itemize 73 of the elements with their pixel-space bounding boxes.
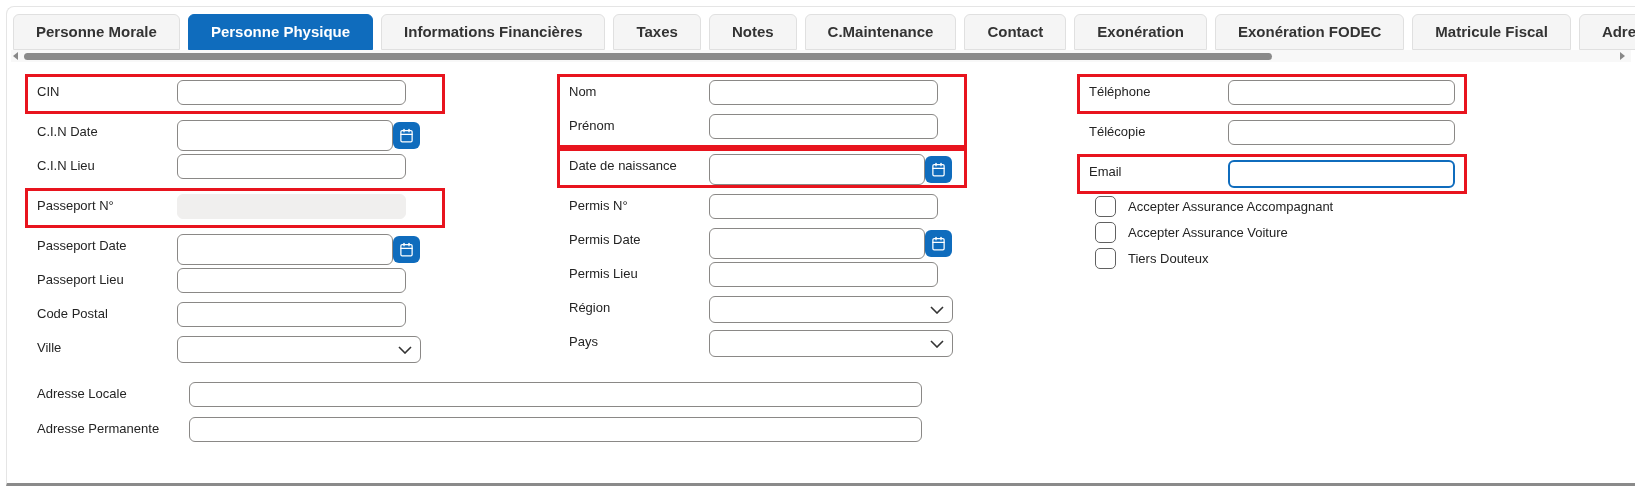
chevron-down-icon (398, 345, 412, 354)
tab[interactable]: Contact (964, 14, 1067, 50)
tab[interactable]: Informations Financières (381, 14, 606, 50)
tab[interactable]: Taxes (613, 14, 701, 50)
tab[interactable]: Personne Physique (187, 14, 374, 50)
field-label: Passeport N° (37, 197, 115, 215)
tab[interactable]: Exonération FODEC (1214, 14, 1405, 50)
dropdown-field[interactable] (709, 330, 953, 357)
text-field[interactable] (709, 262, 938, 287)
tab[interactable]: Exonération (1074, 14, 1207, 50)
field-label: Région (569, 299, 612, 317)
date-field[interactable] (177, 234, 393, 265)
scroll-right-icon[interactable] (1620, 52, 1625, 60)
field-label: Prénom (569, 117, 616, 135)
dropdown-field[interactable] (177, 336, 421, 363)
tab[interactable]: Matricule Fiscal (1412, 14, 1571, 50)
field-label: Nom (569, 83, 598, 101)
field-label: Passeport Lieu (37, 271, 125, 289)
field-label: Ville (37, 339, 63, 357)
text-field[interactable] (709, 114, 938, 139)
text-field[interactable] (189, 417, 922, 442)
checkbox[interactable] (1095, 248, 1116, 269)
field-label: Adresse Permanente (37, 420, 161, 438)
tab[interactable]: Personne Morale (13, 14, 180, 50)
calendar-button[interactable] (393, 236, 420, 263)
chevron-down-icon (930, 339, 944, 348)
field-label: CIN (37, 83, 61, 101)
scrollbar-thumb[interactable] (24, 52, 1272, 60)
calendar-button[interactable] (393, 122, 420, 149)
horizontal-scrollbar[interactable] (11, 50, 1631, 62)
tab[interactable]: Notes (708, 14, 797, 50)
dropdown-field[interactable] (709, 296, 953, 323)
field-label: Pays (569, 333, 599, 351)
field-label: Télécopie (1089, 123, 1147, 141)
calendar-button[interactable] (925, 230, 952, 257)
text-field[interactable] (189, 382, 922, 407)
date-field[interactable] (709, 154, 925, 185)
calendar-icon (399, 128, 414, 143)
checkbox[interactable] (1095, 222, 1116, 243)
calendar-icon (931, 162, 946, 177)
field-label: Adresse Locale (37, 385, 128, 403)
date-field[interactable] (177, 120, 393, 151)
field-label: Passeport Date (37, 237, 128, 255)
chevron-down-icon (930, 305, 944, 314)
checkbox[interactable] (1095, 196, 1116, 217)
text-field[interactable] (177, 268, 406, 293)
field-label: Permis Date (569, 231, 642, 249)
text-field[interactable] (177, 154, 406, 179)
checkbox-label: Accepter Assurance Accompagnant (1128, 197, 1334, 216)
text-field[interactable] (177, 80, 406, 105)
field-label: Permis N° (569, 197, 629, 215)
field-label: C.I.N Date (37, 123, 99, 141)
text-field[interactable] (709, 194, 938, 219)
text-field[interactable] (1227, 160, 1455, 188)
field-label: Permis Lieu (569, 265, 639, 283)
calendar-icon (931, 236, 946, 251)
text-field[interactable] (1227, 80, 1455, 105)
text-field[interactable] (177, 302, 406, 327)
calendar-icon (399, 242, 414, 257)
scroll-left-icon[interactable] (13, 52, 18, 60)
checkbox-label: Tiers Douteux (1128, 249, 1209, 268)
tab[interactable]: Adre (1578, 14, 1635, 50)
text-field[interactable] (1227, 120, 1455, 145)
field-label: Date de naissance (569, 157, 678, 175)
date-field[interactable] (709, 228, 925, 259)
tab[interactable]: C.Maintenance (804, 14, 957, 50)
field-label: Email (1089, 163, 1123, 181)
field-label: C.I.N Lieu (37, 157, 96, 175)
checkbox-label: Accepter Assurance Voiture (1128, 223, 1288, 242)
field-label: Code Postal (37, 305, 109, 323)
field-label: Téléphone (1089, 83, 1152, 101)
text-field[interactable] (709, 80, 938, 105)
calendar-button[interactable] (925, 156, 952, 183)
